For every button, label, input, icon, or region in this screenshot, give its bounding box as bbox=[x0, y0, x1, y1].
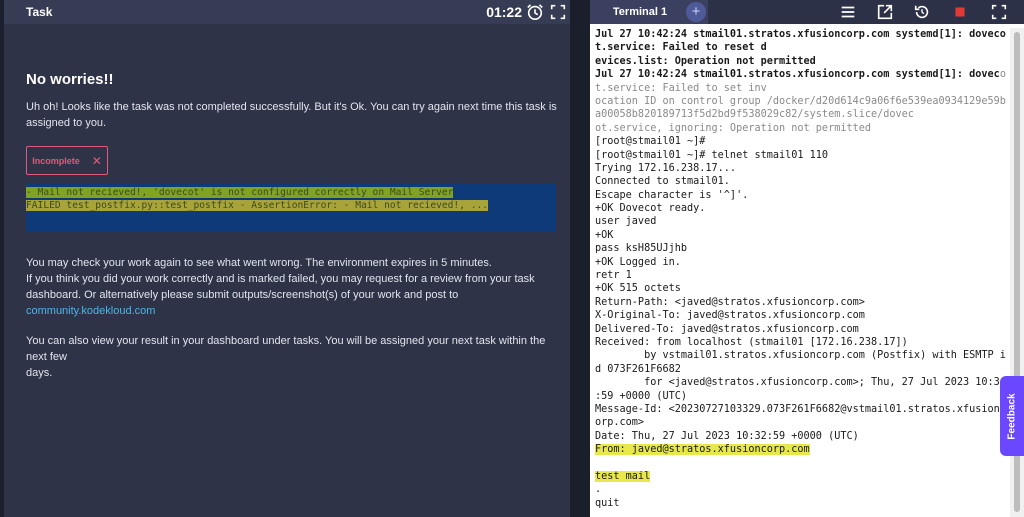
terminal-line: From: javed@stratos.xfusioncorp.com bbox=[595, 443, 1007, 456]
terminal-line: pass ksH85UJjhb bbox=[595, 243, 688, 255]
result-line-2: days. bbox=[26, 367, 53, 379]
error-line-1-text: - Mail not recieved!, 'dovecot' is not c… bbox=[26, 187, 454, 198]
terminal-line: evices.list: Operation not permitted bbox=[595, 55, 816, 67]
highlighted-text: test mail bbox=[595, 470, 651, 482]
terminal-line: quit bbox=[595, 497, 620, 509]
terminal-line: orp.com> bbox=[595, 417, 645, 429]
reset-icon[interactable] bbox=[913, 3, 931, 21]
error-line-1: - Mail not recieved!, 'dovecot' is not c… bbox=[26, 187, 454, 198]
terminal-line: Return-Path: <javed@stratos.xfusioncorp.… bbox=[595, 296, 865, 308]
terminal-line: Date: Thu, 27 Jul 2023 10:32:59 +0000 (U… bbox=[595, 430, 859, 442]
terminal-line: +OK Logged in. bbox=[595, 256, 681, 268]
fullscreen-icon[interactable] bbox=[549, 3, 567, 21]
terminal-line: . bbox=[595, 484, 602, 496]
highlighted-text: From: javed@stratos.xfusioncorp.com bbox=[595, 444, 810, 456]
terminal-line-tail: o bbox=[999, 69, 1006, 81]
stop-icon[interactable] bbox=[951, 3, 969, 21]
check-line-3-text: dashboard. Or alternatively please submi… bbox=[26, 289, 459, 301]
terminal-line: d 073F261F6682 bbox=[595, 363, 681, 375]
terminal-line: test mail bbox=[595, 470, 1007, 483]
terminal-line: t.service: Failed to set inv bbox=[595, 82, 767, 94]
check-work-text: You may check your work again to see wha… bbox=[26, 255, 566, 319]
terminal-line: ot.service, ignoring: Operation not perm… bbox=[595, 122, 872, 134]
terminal-line: by vstmail01.stratos.xfusioncorp.com (Po… bbox=[595, 350, 1006, 362]
community-link[interactable]: community.kodekloud.com bbox=[26, 305, 155, 317]
terminal-line: Jul 27 10:42:24 stmail01.stratos.xfusion… bbox=[595, 29, 1006, 40]
tab-label: Terminal 1 bbox=[612, 6, 668, 18]
status-label: Incomplete bbox=[32, 155, 80, 166]
terminal-line: +OK bbox=[595, 229, 614, 241]
result-info-text: You can also view your result in your da… bbox=[26, 333, 566, 381]
hamburger-menu-icon[interactable] bbox=[839, 3, 857, 21]
add-tab-button[interactable]: + bbox=[686, 2, 706, 22]
terminal-fullscreen-icon[interactable] bbox=[990, 3, 1008, 21]
error-output: - Mail not recieved!, 'dovecot' is not c… bbox=[26, 183, 556, 232]
task-panel: Task 01:22 No worries!! Uh oh! Looks lik… bbox=[0, 0, 570, 517]
close-icon[interactable]: ✕ bbox=[92, 154, 102, 168]
panel-divider[interactable] bbox=[570, 0, 590, 517]
terminal-line: +OK Dovecot ready. bbox=[595, 203, 706, 215]
terminal-line: user javed bbox=[595, 216, 657, 228]
terminal-line: a00058b820189713f5d2bd9f538029c82/system… bbox=[595, 109, 914, 121]
error-line-2-text: FAILED test_postfix.py::test_postfix - A… bbox=[26, 200, 489, 211]
terminal-line: Escape character is '^]'. bbox=[595, 189, 749, 201]
task-body: No worries!! Uh oh! Looks like the task … bbox=[4, 24, 570, 517]
check-line-1: You may check your work again to see wha… bbox=[26, 257, 492, 269]
terminal-header: Terminal 1 + bbox=[590, 0, 1024, 24]
terminal-line: retr 1 bbox=[595, 270, 632, 282]
terminal-line: [root@stmail01 ~]# bbox=[595, 136, 706, 148]
terminal-line: Connected to stmail01. bbox=[595, 176, 730, 188]
terminal-output[interactable]: Jul 27 10:42:24 stmail01.stratos.xfusion… bbox=[595, 28, 1007, 517]
feedback-button[interactable]: Feedback bbox=[1000, 376, 1024, 456]
terminal-line: for <javed@stratos.xfusioncorp.com>; Thu… bbox=[595, 377, 1000, 389]
error-line-2: FAILED test_postfix.py::test_postfix - A… bbox=[26, 200, 489, 211]
timer: 01:22 bbox=[486, 4, 522, 20]
terminal-line: Jul 27 10:42:24 stmail01.stratos.xfusion… bbox=[595, 68, 1007, 81]
external-link-icon[interactable] bbox=[876, 3, 894, 21]
check-line-2: If you think you did your work correctly… bbox=[26, 273, 535, 285]
terminal-panel: Terminal 1 + Jul 27 10:42:24 stmail01.st… bbox=[590, 0, 1024, 517]
intro-text: Uh oh! Looks like the task was not compl… bbox=[26, 99, 557, 131]
terminal-line: :59 +0000 (UTC) bbox=[595, 390, 688, 402]
terminal-line: X-Original-To: javed@stratos.xfusioncorp… bbox=[595, 310, 865, 322]
terminal-line: Received: from localhost (stmail01 [172.… bbox=[595, 336, 908, 348]
terminal-line: +OK 515 octets bbox=[595, 283, 681, 295]
result-heading: No worries!! bbox=[26, 71, 114, 88]
result-line-1: You can also view your result in your da… bbox=[26, 335, 546, 363]
task-title: Task bbox=[26, 5, 53, 19]
terminal-line: [root@stmail01 ~]# telnet stmail01 110 bbox=[595, 149, 829, 161]
terminal-line: Trying 172.16.238.17... bbox=[595, 162, 737, 174]
terminal-line: t.service: Failed to reset d bbox=[595, 42, 767, 54]
status-badge[interactable]: Incomplete ✕ bbox=[26, 146, 108, 175]
terminal-line: Delivered-To: javed@stratos.xfusioncorp.… bbox=[595, 323, 859, 335]
terminal-line: ocation ID on control group /docker/d20d… bbox=[595, 95, 1006, 107]
check-line-3: dashboard. Or alternatively please submi… bbox=[26, 287, 566, 319]
intro-line-1: Uh oh! Looks like the task was not compl… bbox=[26, 101, 557, 113]
terminal-line: Message-Id: <20230727103329.073F261F6682… bbox=[595, 403, 1006, 415]
alarm-clock-icon[interactable] bbox=[526, 3, 544, 21]
feedback-label: Feedback bbox=[1006, 392, 1018, 440]
terminal-line-text: Jul 27 10:42:24 stmail01.stratos.xfusion… bbox=[595, 69, 1000, 81]
intro-line-2: assigned to you. bbox=[26, 117, 107, 129]
task-header: Task 01:22 bbox=[4, 0, 570, 24]
